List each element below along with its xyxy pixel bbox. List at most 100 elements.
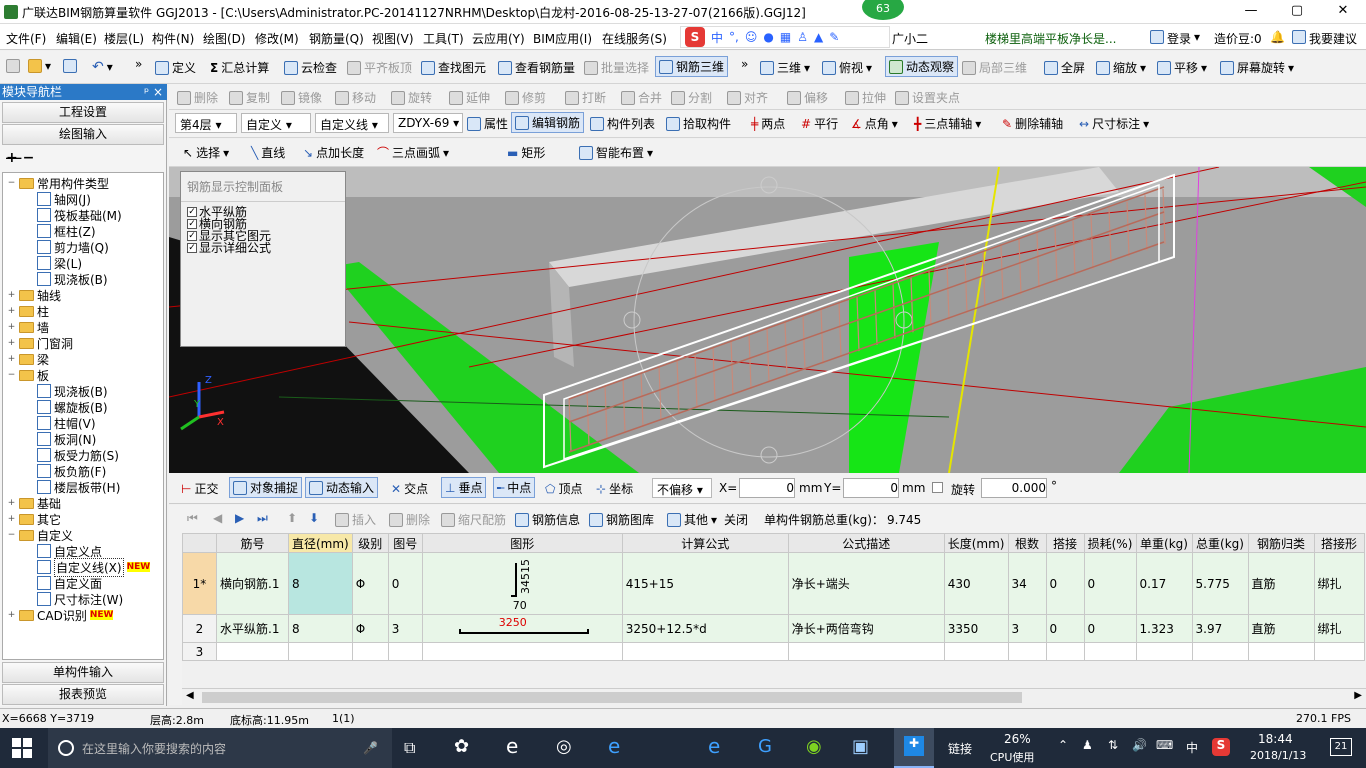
tree-item[interactable]: 框柱(Z) bbox=[37, 223, 96, 239]
column-header[interactable]: 搭接 bbox=[1045, 533, 1085, 553]
menu-online[interactable]: 在线服务(S) bbox=[602, 30, 667, 47]
table-cell[interactable] bbox=[1191, 642, 1249, 661]
mic-icon[interactable]: ● bbox=[763, 30, 773, 44]
vertex-button[interactable]: ⬠ 顶点 bbox=[545, 480, 582, 497]
tree-item[interactable]: 自定义线(X) NEW bbox=[37, 557, 151, 577]
table-row[interactable]: 2 水平纵筋.1 8 Φ 3 3250 3250+12.5*d 净长+两倍弯钩 3350 3 0 0 1… bbox=[182, 614, 1365, 643]
helper-link[interactable]: 广小二 bbox=[892, 30, 928, 47]
menu-edit[interactable]: 编辑(E) bbox=[56, 30, 97, 47]
move-up-icon[interactable]: ⬆ bbox=[287, 511, 297, 525]
table-cell[interactable]: 0 bbox=[1083, 614, 1137, 643]
table-cell[interactable]: 3350 bbox=[943, 614, 1009, 643]
screen-rotate-button[interactable]: 屏幕旋转 ▾ bbox=[1220, 59, 1294, 76]
code-select[interactable]: ZDYX-69 ▾ bbox=[393, 113, 463, 133]
table-cell[interactable]: 0 bbox=[1083, 552, 1137, 615]
dimension-button[interactable]: ↔ 尺寸标注 ▾ bbox=[1079, 115, 1149, 132]
menu-floor[interactable]: 楼层(L) bbox=[104, 30, 144, 47]
table-cell[interactable] bbox=[943, 642, 1009, 661]
edge-icon[interactable]: e bbox=[506, 734, 518, 758]
expand-all-icon[interactable]: +̶ ̶− bbox=[6, 150, 34, 166]
edit-tool-button[interactable]: 打断 bbox=[565, 89, 606, 106]
table-cell[interactable]: 绑扎 bbox=[1313, 552, 1365, 615]
close-grid-button[interactable]: 关闭 bbox=[724, 511, 748, 528]
drawing-input-button[interactable]: 绘图输入 bbox=[2, 124, 164, 145]
expand-toggle-icon[interactable]: + bbox=[7, 290, 16, 300]
parallel-button[interactable]: # 平行 bbox=[801, 115, 838, 132]
point-length-button[interactable]: ↘ 点加长度 bbox=[303, 144, 364, 161]
3d-viewport[interactable]: X Y Z bbox=[169, 167, 1366, 473]
tray-chevron-icon[interactable]: ⌃ bbox=[1058, 738, 1068, 752]
fan-app-icon[interactable]: ✿ bbox=[454, 736, 469, 757]
new-button[interactable] bbox=[6, 59, 20, 73]
ad-link[interactable]: 楼梯里高端平板净长是... bbox=[985, 30, 1116, 47]
other-button[interactable]: 其他 ▾ bbox=[667, 511, 717, 528]
table-cell[interactable]: Φ bbox=[351, 552, 389, 615]
table-cell[interactable] bbox=[351, 642, 389, 661]
checkbox-checked[interactable]: ✓ bbox=[187, 243, 197, 253]
expand-toggle-icon[interactable]: − bbox=[7, 178, 16, 188]
rebar-info-button[interactable]: 钢筋信息 bbox=[515, 511, 580, 528]
move-down-icon[interactable]: ⬇ bbox=[309, 511, 319, 525]
table-cell[interactable] bbox=[1083, 642, 1137, 661]
scroll-thumb[interactable] bbox=[202, 692, 1022, 703]
two-point-button[interactable]: ╪ 两点 bbox=[751, 115, 785, 132]
x-input[interactable] bbox=[739, 478, 795, 498]
tree-item[interactable]: 现浇板(B) bbox=[37, 383, 108, 399]
edit-rebar-button[interactable]: 编辑钢筋 bbox=[511, 112, 585, 133]
floor-select[interactable]: 第4层 ▾ bbox=[175, 113, 237, 133]
pin-icon[interactable]: ᵖ × bbox=[144, 84, 163, 100]
expand-toggle-icon[interactable]: − bbox=[7, 530, 16, 540]
table-cell[interactable]: 3 bbox=[1007, 614, 1047, 643]
cloud-check-button[interactable]: 云检查 bbox=[284, 59, 337, 76]
ortho-button[interactable]: ⊢ 正交 bbox=[181, 480, 218, 497]
table-cell[interactable]: 0 bbox=[1045, 552, 1085, 615]
notification-count[interactable]: 21 bbox=[1330, 738, 1352, 756]
column-header[interactable] bbox=[182, 533, 217, 553]
overflow-icon-2[interactable]: » bbox=[741, 57, 748, 71]
ime-toolbar[interactable]: S 中 °, ☺ ● ▦ ♙ ▲ ✎ bbox=[680, 26, 890, 48]
batch-select-button[interactable]: 批量选择 bbox=[584, 59, 649, 76]
edit-tool-button[interactable]: 合并 bbox=[621, 89, 662, 106]
local-3d-button[interactable]: 局部三维 bbox=[962, 59, 1027, 76]
expand-toggle-icon[interactable]: + bbox=[7, 354, 16, 364]
single-input-button[interactable]: 单构件输入 bbox=[2, 662, 164, 683]
user-icon[interactable]: ♙ bbox=[797, 30, 808, 44]
table-cell[interactable]: 1* bbox=[182, 552, 217, 615]
fullscreen-button[interactable]: 全屏 bbox=[1044, 59, 1085, 76]
table-cell[interactable] bbox=[1135, 642, 1193, 661]
expand-toggle-icon[interactable]: + bbox=[7, 338, 16, 348]
volume-icon[interactable]: 🔊 bbox=[1132, 738, 1147, 752]
ie-icon[interactable]: e bbox=[708, 734, 720, 758]
table-cell[interactable] bbox=[1247, 642, 1315, 661]
table-cell[interactable]: 2 bbox=[182, 614, 217, 643]
bell-icon[interactable]: 🔔 bbox=[1270, 30, 1285, 44]
column-header[interactable]: 长度(mm) bbox=[943, 533, 1009, 553]
midpoint-button[interactable]: ╾ 中点 bbox=[493, 477, 536, 498]
report-preview-button[interactable]: 报表预览 bbox=[2, 684, 164, 705]
tree-folder[interactable]: − 常用构件类型 bbox=[7, 175, 109, 191]
tree-item[interactable]: 现浇板(B) bbox=[37, 271, 108, 287]
tree-item[interactable]: 筏板基础(M) bbox=[37, 207, 122, 223]
y-input[interactable] bbox=[843, 478, 899, 498]
menu-component[interactable]: 构件(N) bbox=[152, 30, 194, 47]
checkbox-checked[interactable]: ✓ bbox=[187, 231, 197, 241]
dynamic-input-button[interactable]: 动态输入 bbox=[305, 477, 379, 498]
tree-folder[interactable]: + 基础 bbox=[7, 495, 61, 511]
ggj-app-button[interactable]: ✚ bbox=[894, 728, 934, 768]
prev-icon[interactable]: ◀ bbox=[213, 511, 222, 525]
table-cell[interactable] bbox=[1313, 642, 1365, 661]
project-settings-button[interactable]: 工程设置 bbox=[2, 102, 164, 123]
column-header[interactable]: 级别 bbox=[351, 533, 389, 553]
column-header[interactable]: 搭接形 bbox=[1313, 533, 1365, 553]
tree-folder[interactable]: − 自定义 bbox=[7, 527, 73, 543]
edit-tool-button[interactable]: 旋转 bbox=[391, 89, 432, 106]
delete-axis-button[interactable]: ✎ 删除辅轴 bbox=[1002, 115, 1063, 132]
expand-toggle-icon[interactable]: + bbox=[7, 514, 16, 524]
table-cell[interactable]: 净长+端头 bbox=[787, 552, 945, 615]
three-axis-button[interactable]: ╋ 三点辅轴 ▾ bbox=[914, 115, 981, 132]
perp-button[interactable]: ⊥ 垂点 bbox=[441, 477, 487, 498]
notification-badge[interactable]: 63 bbox=[862, 0, 904, 20]
props-button[interactable]: 属性 bbox=[467, 115, 508, 132]
column-header[interactable]: 筋号 bbox=[216, 533, 289, 553]
taskbar-search[interactable]: 在这里输入你要搜索的内容 🎤 bbox=[48, 728, 392, 768]
